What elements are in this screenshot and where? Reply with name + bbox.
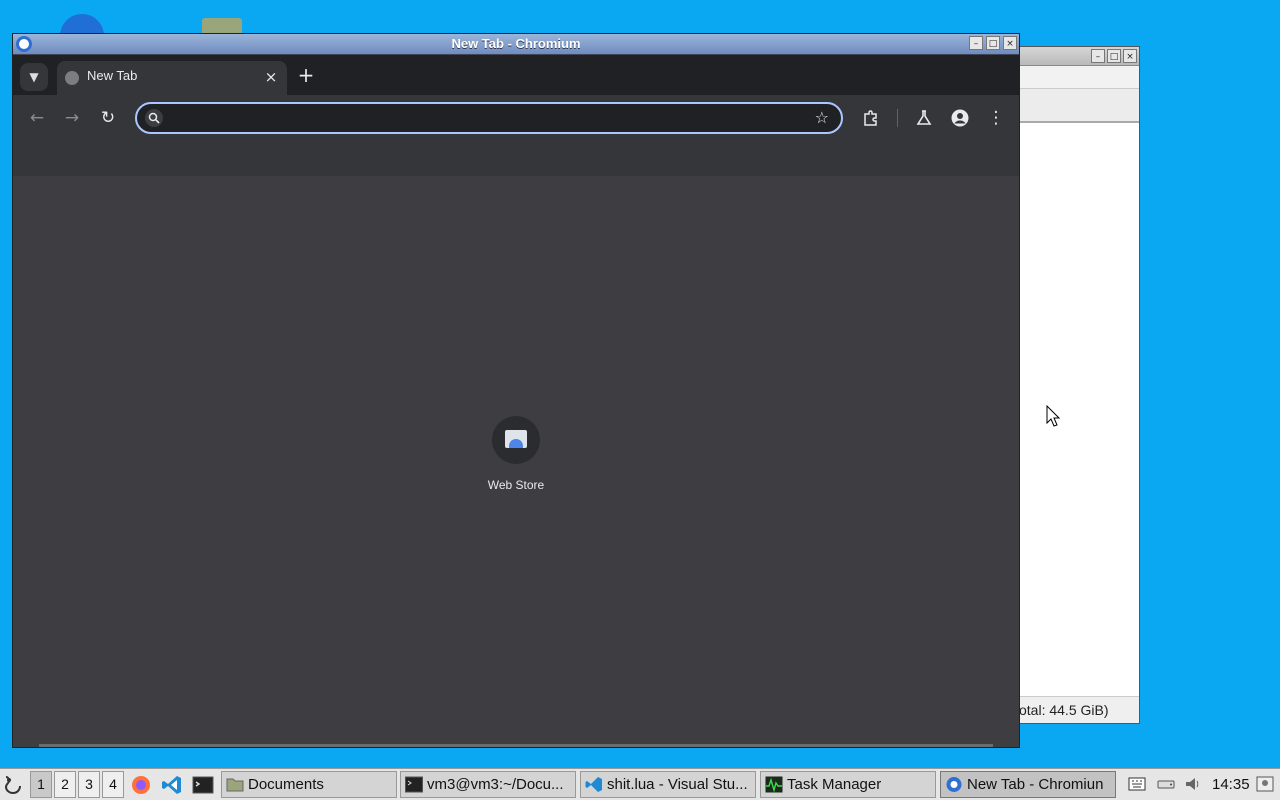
more-vert-icon: ⋮ xyxy=(987,108,1005,128)
puzzle-icon xyxy=(864,110,877,126)
back-button[interactable]: ← xyxy=(23,104,51,132)
task-label: Task Manager xyxy=(787,776,882,793)
drive-icon[interactable] xyxy=(1157,775,1175,793)
tab-search-button[interactable]: ▼ xyxy=(20,63,48,91)
desktop-folder-icon[interactable] xyxy=(198,12,246,34)
maximize-button[interactable]: □ xyxy=(986,36,1000,50)
shortcut-web-store[interactable]: Web Store xyxy=(476,416,556,492)
terminal-icon[interactable] xyxy=(192,774,214,796)
terminal-icon xyxy=(405,776,423,793)
task-label: Documents xyxy=(248,776,324,793)
firefox-icon[interactable] xyxy=(130,774,152,796)
vscode-icon xyxy=(585,777,602,792)
search-icon xyxy=(145,109,163,127)
forward-button[interactable]: → xyxy=(58,104,86,132)
folder-icon xyxy=(226,778,244,792)
vscode-icon[interactable] xyxy=(161,774,183,796)
menu-button[interactable]: ⋮ xyxy=(982,104,1010,132)
close-button[interactable]: × xyxy=(1003,36,1017,50)
close-button[interactable]: × xyxy=(1123,49,1137,63)
clock[interactable]: 14:35 xyxy=(1212,769,1250,800)
task-label: vm3@vm3:~/Docu... xyxy=(427,776,564,793)
flask-icon xyxy=(916,110,932,125)
toolbar: ← → ↻ ☆ ⋮ xyxy=(13,95,1019,141)
profile-button[interactable] xyxy=(946,104,974,132)
extensions-button[interactable] xyxy=(857,104,885,132)
arrow-left-icon: ← xyxy=(29,108,45,128)
app-menu-icon[interactable] xyxy=(2,774,24,796)
keyboard-layout-icon[interactable] xyxy=(1128,775,1146,793)
address-bar[interactable]: ☆ xyxy=(135,102,843,134)
arrow-right-icon: → xyxy=(64,108,80,128)
address-input[interactable] xyxy=(169,107,803,131)
horizontal-scrollbar[interactable] xyxy=(39,744,993,747)
workspace-2[interactable]: 2 xyxy=(54,771,76,798)
reload-button[interactable]: ↻ xyxy=(94,104,122,132)
web-store-icon xyxy=(492,416,540,464)
background-window[interactable]: – □ × otal: 44.5 GiB) xyxy=(1018,46,1140,724)
user-icon[interactable] xyxy=(1256,775,1274,793)
shortcut-label: Web Store xyxy=(487,478,545,492)
tab-strip: ▼ New Tab × + xyxy=(13,55,1019,95)
background-window-toolbar xyxy=(1019,89,1139,123)
workspace-1[interactable]: 1 xyxy=(30,771,52,798)
tab-label: New Tab xyxy=(87,68,138,83)
taskbar: 1 2 3 4 Documents vm3@vm3:~/Docu... shit… xyxy=(0,768,1280,800)
toolbar-separator xyxy=(897,109,898,127)
task-label: New Tab - Chromiun xyxy=(967,776,1104,793)
globe-icon xyxy=(65,71,79,85)
minimize-button[interactable]: – xyxy=(969,36,983,50)
maximize-button[interactable]: □ xyxy=(1107,49,1121,63)
workspace-4[interactable]: 4 xyxy=(102,771,124,798)
background-window-menubar xyxy=(1019,66,1139,89)
background-window-status: otal: 44.5 GiB) xyxy=(1019,696,1139,723)
labs-button[interactable] xyxy=(910,104,938,132)
chromium-icon xyxy=(946,777,962,792)
task-label: shit.lua - Visual Stu... xyxy=(607,776,748,793)
bookmark-star-icon[interactable]: ☆ xyxy=(815,107,829,129)
volume-icon[interactable] xyxy=(1184,775,1202,793)
reload-icon: ↻ xyxy=(100,108,116,128)
task-chromium[interactable]: New Tab - Chromiun xyxy=(940,771,1116,798)
chevron-down-icon: ▼ xyxy=(29,70,39,84)
workspace-3[interactable]: 3 xyxy=(78,771,100,798)
new-tab-button[interactable]: + xyxy=(296,64,316,86)
window-title: New Tab - Chromium xyxy=(451,36,581,51)
mouse-cursor-icon xyxy=(1046,405,1060,427)
background-window-titlebar[interactable]: – □ × xyxy=(1019,47,1139,66)
account-icon xyxy=(951,109,969,127)
chromium-window[interactable]: New Tab - Chromium – □ × ▼ New Tab × + ←… xyxy=(12,33,1020,748)
close-tab-button[interactable]: × xyxy=(261,67,281,87)
new-tab-page: Web Store xyxy=(13,176,1019,747)
task-vscode[interactable]: shit.lua - Visual Stu... xyxy=(580,771,756,798)
window-titlebar[interactable]: New Tab - Chromium – □ × xyxy=(13,34,1019,55)
task-manager-icon xyxy=(765,776,783,793)
minimize-button[interactable]: – xyxy=(1091,49,1105,63)
task-task-manager[interactable]: Task Manager xyxy=(760,771,936,798)
task-terminal[interactable]: vm3@vm3:~/Docu... xyxy=(400,771,576,798)
desktop-chromium-icon[interactable] xyxy=(58,12,106,34)
tab-new-tab[interactable]: New Tab × xyxy=(57,61,287,95)
task-documents[interactable]: Documents xyxy=(221,771,397,798)
